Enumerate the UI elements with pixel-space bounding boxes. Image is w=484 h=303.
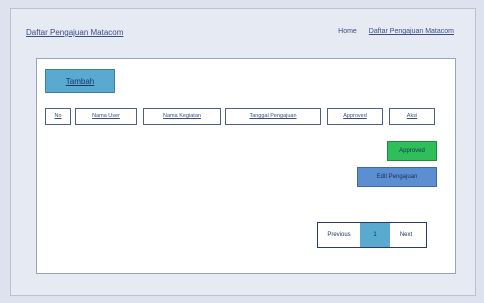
- pagination: Previous 1 Next: [317, 222, 427, 248]
- content-panel: Tambah No Nama User Nama Kegiatan Tangga…: [36, 58, 456, 274]
- breadcrumb-home[interactable]: Home: [338, 28, 357, 35]
- column-header-tanggal-pengajuan: Tanggal Pengajuan: [225, 108, 321, 125]
- column-header-nama-kegiatan: Nama Kegiatan: [143, 108, 221, 125]
- edit-pengajuan-button[interactable]: Edit Pengajuan: [357, 167, 437, 187]
- column-header-approved: Approved: [327, 108, 383, 125]
- breadcrumb-current[interactable]: Daftar Pengajuan Matacom: [369, 28, 454, 35]
- approve-button[interactable]: Approved: [387, 141, 437, 161]
- add-button[interactable]: Tambah: [45, 69, 115, 93]
- pagination-next[interactable]: Next: [392, 223, 420, 247]
- breadcrumb: Home Daftar Pengajuan Matacom: [328, 28, 454, 35]
- page-title: Daftar Pengajuan Matacom: [26, 28, 124, 37]
- column-header-nama-user: Nama User: [75, 108, 137, 125]
- pagination-page-1[interactable]: 1: [360, 223, 390, 247]
- column-header-no: No: [45, 108, 71, 125]
- column-header-aksi: Aksi: [389, 108, 435, 125]
- pagination-previous[interactable]: Previous: [320, 223, 358, 247]
- table-header-row: No Nama User Nama Kegiatan Tanggal Penga…: [45, 108, 449, 125]
